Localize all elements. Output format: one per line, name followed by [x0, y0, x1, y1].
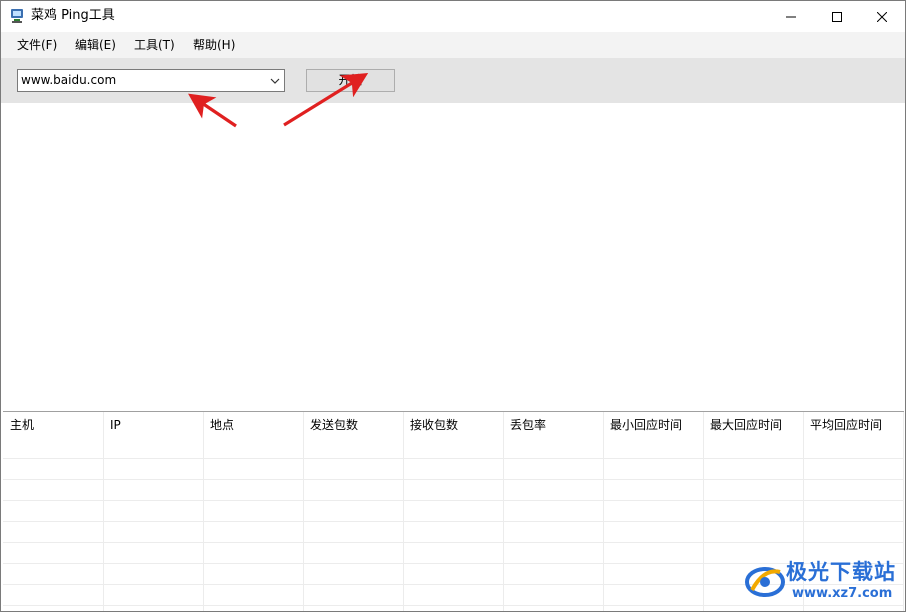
- column-divider: [903, 412, 904, 611]
- column-header-location[interactable]: 地点: [210, 417, 234, 433]
- watermark-logo-icon: [745, 567, 785, 597]
- host-combobox[interactable]: www.baidu.com: [17, 69, 285, 92]
- row-divider: [3, 458, 904, 459]
- table-header: 主机 IP 地点 发送包数 接收包数 丢包率 最小回应时间 最大回应时间 平均回…: [3, 412, 904, 438]
- menu-file[interactable]: 文件(F): [17, 37, 57, 53]
- column-divider: [103, 412, 104, 611]
- app-window: 菜鸡 Ping工具 文件(F) 编辑(E) 工具(T) 帮助(H) www.ba…: [0, 0, 906, 612]
- column-divider: [703, 412, 704, 611]
- row-divider: [3, 500, 904, 501]
- column-header-max-time[interactable]: 最大回应时间: [710, 417, 782, 433]
- column-header-host[interactable]: 主机: [10, 417, 34, 433]
- maximize-icon: [832, 11, 842, 22]
- column-divider: [203, 412, 204, 611]
- row-divider: [3, 542, 904, 543]
- column-divider: [403, 412, 404, 611]
- close-icon: [877, 11, 887, 22]
- menu-help[interactable]: 帮助(H): [193, 37, 235, 53]
- column-divider: [603, 412, 604, 611]
- column-header-ip[interactable]: IP: [110, 417, 121, 433]
- maximize-button[interactable]: [814, 1, 860, 32]
- menu-bar: 文件(F) 编辑(E) 工具(T) 帮助(H): [1, 32, 905, 58]
- chevron-down-icon[interactable]: [269, 75, 281, 87]
- column-header-received[interactable]: 接收包数: [410, 417, 458, 433]
- app-icon: [11, 9, 23, 23]
- column-header-avg-time[interactable]: 平均回应时间: [810, 417, 882, 433]
- minimize-button[interactable]: [768, 1, 814, 32]
- column-header-min-time[interactable]: 最小回应时间: [610, 417, 682, 433]
- column-divider: [503, 412, 504, 611]
- menu-tools[interactable]: 工具(T): [134, 37, 175, 53]
- window-title: 菜鸡 Ping工具: [31, 8, 115, 23]
- column-header-loss-rate[interactable]: 丢包率: [510, 417, 546, 433]
- toolbar: www.baidu.com 开始: [1, 58, 905, 103]
- title-bar: 菜鸡 Ping工具: [1, 1, 905, 32]
- menu-edit[interactable]: 编辑(E): [75, 37, 116, 53]
- column-header-sent[interactable]: 发送包数: [310, 417, 358, 433]
- minimize-icon: [786, 16, 796, 17]
- row-divider: [3, 521, 904, 522]
- watermark: 极光下载站 www.xz7.com: [744, 556, 900, 606]
- start-button[interactable]: 开始: [306, 69, 395, 92]
- watermark-url: www.xz7.com: [792, 586, 893, 601]
- host-input[interactable]: www.baidu.com: [21, 73, 116, 88]
- column-divider: [303, 412, 304, 611]
- close-button[interactable]: [859, 1, 905, 32]
- watermark-brand: 极光下载站: [786, 560, 896, 584]
- row-divider: [3, 479, 904, 480]
